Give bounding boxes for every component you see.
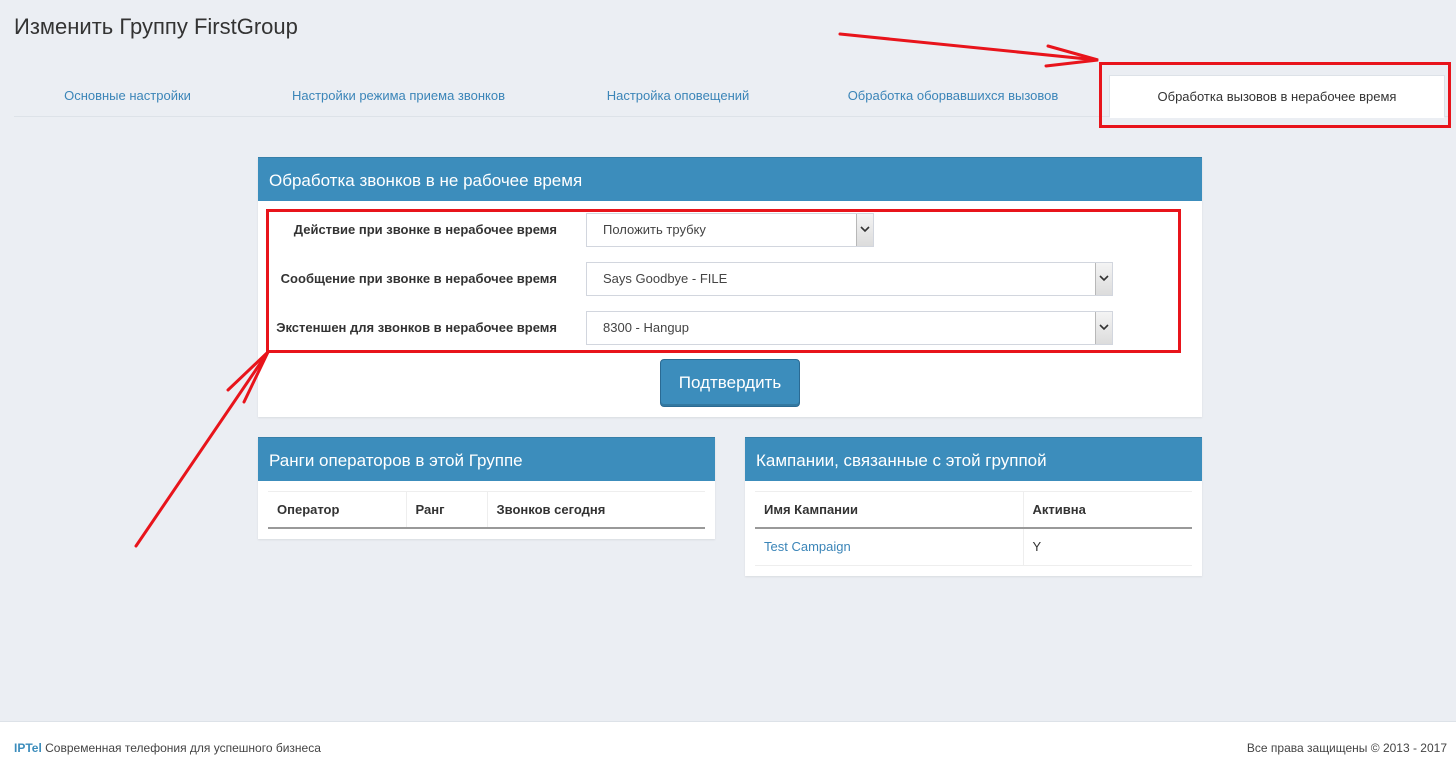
annotation-arrow-tab (838, 32, 1099, 62)
footer-tagline: Современная телефония для успешного бизн… (45, 741, 321, 755)
form-row-action: Действие при звонке в нерабочее время По… (258, 213, 1202, 247)
annotation-arrow-form (134, 350, 270, 548)
footer-left: IPTel Современная телефония для успешног… (14, 741, 321, 755)
operator-ranks-panel: Ранги операторов в этой Группе Оператор … (258, 437, 715, 539)
message-select-value: Says Goodbye - FILE (603, 271, 728, 286)
tab-basic-settings[interactable]: Основные настройки (14, 75, 241, 117)
footer-brand[interactable]: IPTel (14, 741, 42, 755)
action-select[interactable]: Положить трубку (586, 213, 874, 247)
extension-select[interactable]: 8300 - Hangup (586, 311, 1113, 345)
campaigns-panel: Кампании, связанные с этой группой Имя К… (745, 437, 1202, 576)
after-hours-panel-title: Обработка звонков в не рабочее время (258, 157, 1202, 201)
tab-call-receive-mode[interactable]: Настройки режима приема звонков (241, 75, 556, 117)
action-label: Действие при звонке в нерабочее время (293, 222, 557, 237)
campaigns-table: Имя Кампании Активна Test Campaign Y (755, 491, 1192, 566)
message-select[interactable]: Says Goodbye - FILE (586, 262, 1113, 296)
tab-notifications[interactable]: Настройка оповещений (556, 75, 800, 117)
column-header-campaign-name[interactable]: Имя Кампании (755, 491, 1024, 528)
form-row-message: Сообщение при звонке в нерабочее время S… (258, 262, 1202, 296)
action-select-value: Положить трубку (603, 222, 706, 237)
tab-dropped-calls[interactable]: Обработка оборвавшихся вызовов (800, 75, 1106, 117)
table-row: Test Campaign Y (755, 527, 1192, 566)
footer-copyright: Все права защищены © 2013 - 2017 (1246, 741, 1447, 755)
chevron-down-icon (856, 214, 873, 246)
extension-select-value: 8300 - Hangup (603, 320, 690, 335)
after-hours-panel: Обработка звонков в не рабочее время Дей… (258, 157, 1202, 417)
column-header-rank[interactable]: Ранг (406, 491, 488, 528)
column-header-calls-today[interactable]: Звонков сегодня (487, 492, 705, 528)
tab-bar: Основные настройки Настройки режима прие… (14, 75, 1448, 118)
campaign-link[interactable]: Test Campaign (755, 527, 1024, 566)
extension-label: Экстеншен для звонков в нерабочее время (276, 320, 557, 335)
tab-after-hours[interactable]: Обработка вызовов в нерабочее время (1109, 75, 1445, 118)
campaign-active-value: Y (1032, 539, 1042, 555)
page-title: Изменить Группу FirstGroup (14, 14, 298, 39)
message-label: Сообщение при звонке в нерабочее время (280, 271, 557, 286)
column-header-operator[interactable]: Оператор (268, 491, 407, 528)
campaigns-panel-title: Кампании, связанные с этой группой (745, 437, 1202, 481)
footer: IPTel Современная телефония для успешног… (0, 721, 1456, 769)
operator-ranks-panel-title: Ранги операторов в этой Группе (258, 437, 715, 481)
chevron-down-icon (1095, 312, 1112, 344)
confirm-button[interactable]: Подтвердить (660, 359, 800, 407)
form-row-extension: Экстеншен для звонков в нерабочее время … (258, 311, 1202, 345)
chevron-down-icon (1095, 263, 1112, 295)
column-header-active[interactable]: Активна (1023, 492, 1192, 528)
operator-ranks-table: Оператор Ранг Звонков сегодня (268, 491, 705, 529)
annotation-arrowhead-tab (1044, 44, 1099, 68)
